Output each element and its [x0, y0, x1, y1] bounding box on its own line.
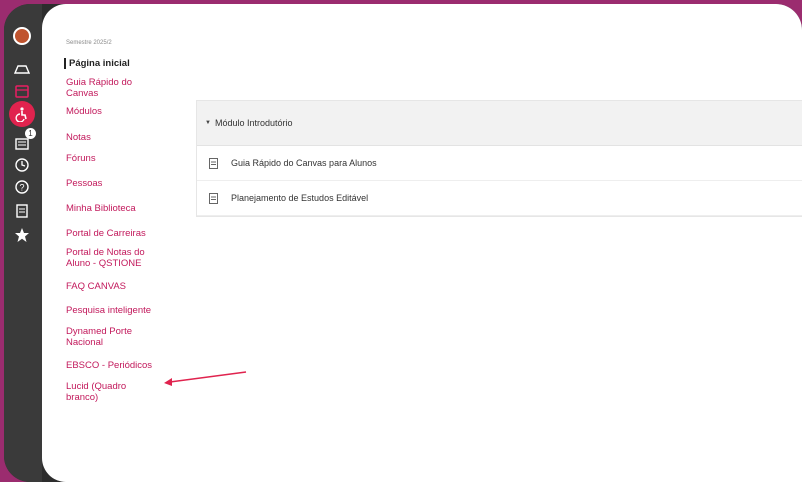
help-icon[interactable]: ? — [11, 176, 33, 198]
module-title: Módulo Introdutório — [214, 118, 293, 128]
module-panel: ▼ Módulo Introdutório Guia Rápido do Can… — [196, 100, 802, 217]
annotation-arrow-icon — [164, 371, 247, 386]
nav-faq-canvas[interactable]: FAQ CANVAS — [64, 281, 182, 292]
module-item-title[interactable]: Planejamento de Estudos Editável — [231, 193, 368, 203]
module-header[interactable]: ▼ Módulo Introdutório — [197, 101, 802, 146]
module-item[interactable]: Planejamento de Estudos Editável — [197, 181, 802, 216]
nav-pessoas[interactable]: Pessoas — [64, 178, 182, 189]
module-item-title[interactable]: Guia Rápido do Canvas para Alunos — [231, 158, 377, 168]
svg-text:?: ? — [19, 183, 24, 193]
collapse-icon[interactable]: ▼ — [205, 120, 211, 126]
nav-minha-biblioteca[interactable]: Minha Biblioteca — [64, 203, 182, 214]
document-icon[interactable] — [11, 200, 33, 222]
history-icon[interactable] — [11, 154, 33, 176]
course-nav: Semestre 2025/2 Página inicial Guia Rápi… — [64, 40, 182, 403]
nav-guia-rapido[interactable]: Guia Rápido do Canvas — [64, 77, 146, 99]
nav-foruns[interactable]: Fóruns — [64, 153, 182, 164]
nav-pagina-inicial[interactable]: Página inicial — [64, 58, 182, 69]
nav-lucid[interactable]: Lucid (Quadro branco) — [64, 381, 142, 403]
nav-notas[interactable]: Notas — [64, 132, 182, 143]
avatar-icon[interactable] — [13, 27, 31, 45]
device-frame: 1 ? Semestre 2025/2 Página inicial Guia … — [4, 4, 802, 482]
star-icon[interactable] — [11, 224, 33, 246]
page-icon — [209, 192, 219, 204]
nav-dynamed[interactable]: Dynamed Porte Nacional — [64, 326, 146, 348]
courses-icon[interactable] — [11, 58, 33, 80]
inbox-icon[interactable]: 1 — [11, 128, 36, 154]
nav-portal-carreiras[interactable]: Portal de Carreiras — [64, 228, 182, 239]
nav-portal-notas[interactable]: Portal de Notas do Aluno - QSTIONE — [64, 247, 150, 269]
nav-modulos[interactable]: Módulos — [64, 106, 182, 117]
main-screen: Semestre 2025/2 Página inicial Guia Rápi… — [42, 4, 802, 482]
module-item[interactable]: Guia Rápido do Canvas para Alunos — [197, 146, 802, 181]
calendar-icon[interactable] — [11, 80, 33, 102]
term-label: Semestre 2025/2 — [66, 40, 112, 46]
page-icon — [209, 157, 219, 169]
global-nav-rail: 1 ? — [4, 4, 42, 482]
nav-pesquisa-inteligente[interactable]: Pesquisa inteligente — [64, 305, 182, 316]
inbox-badge: 1 — [25, 128, 36, 139]
accessibility-icon[interactable] — [9, 101, 35, 127]
